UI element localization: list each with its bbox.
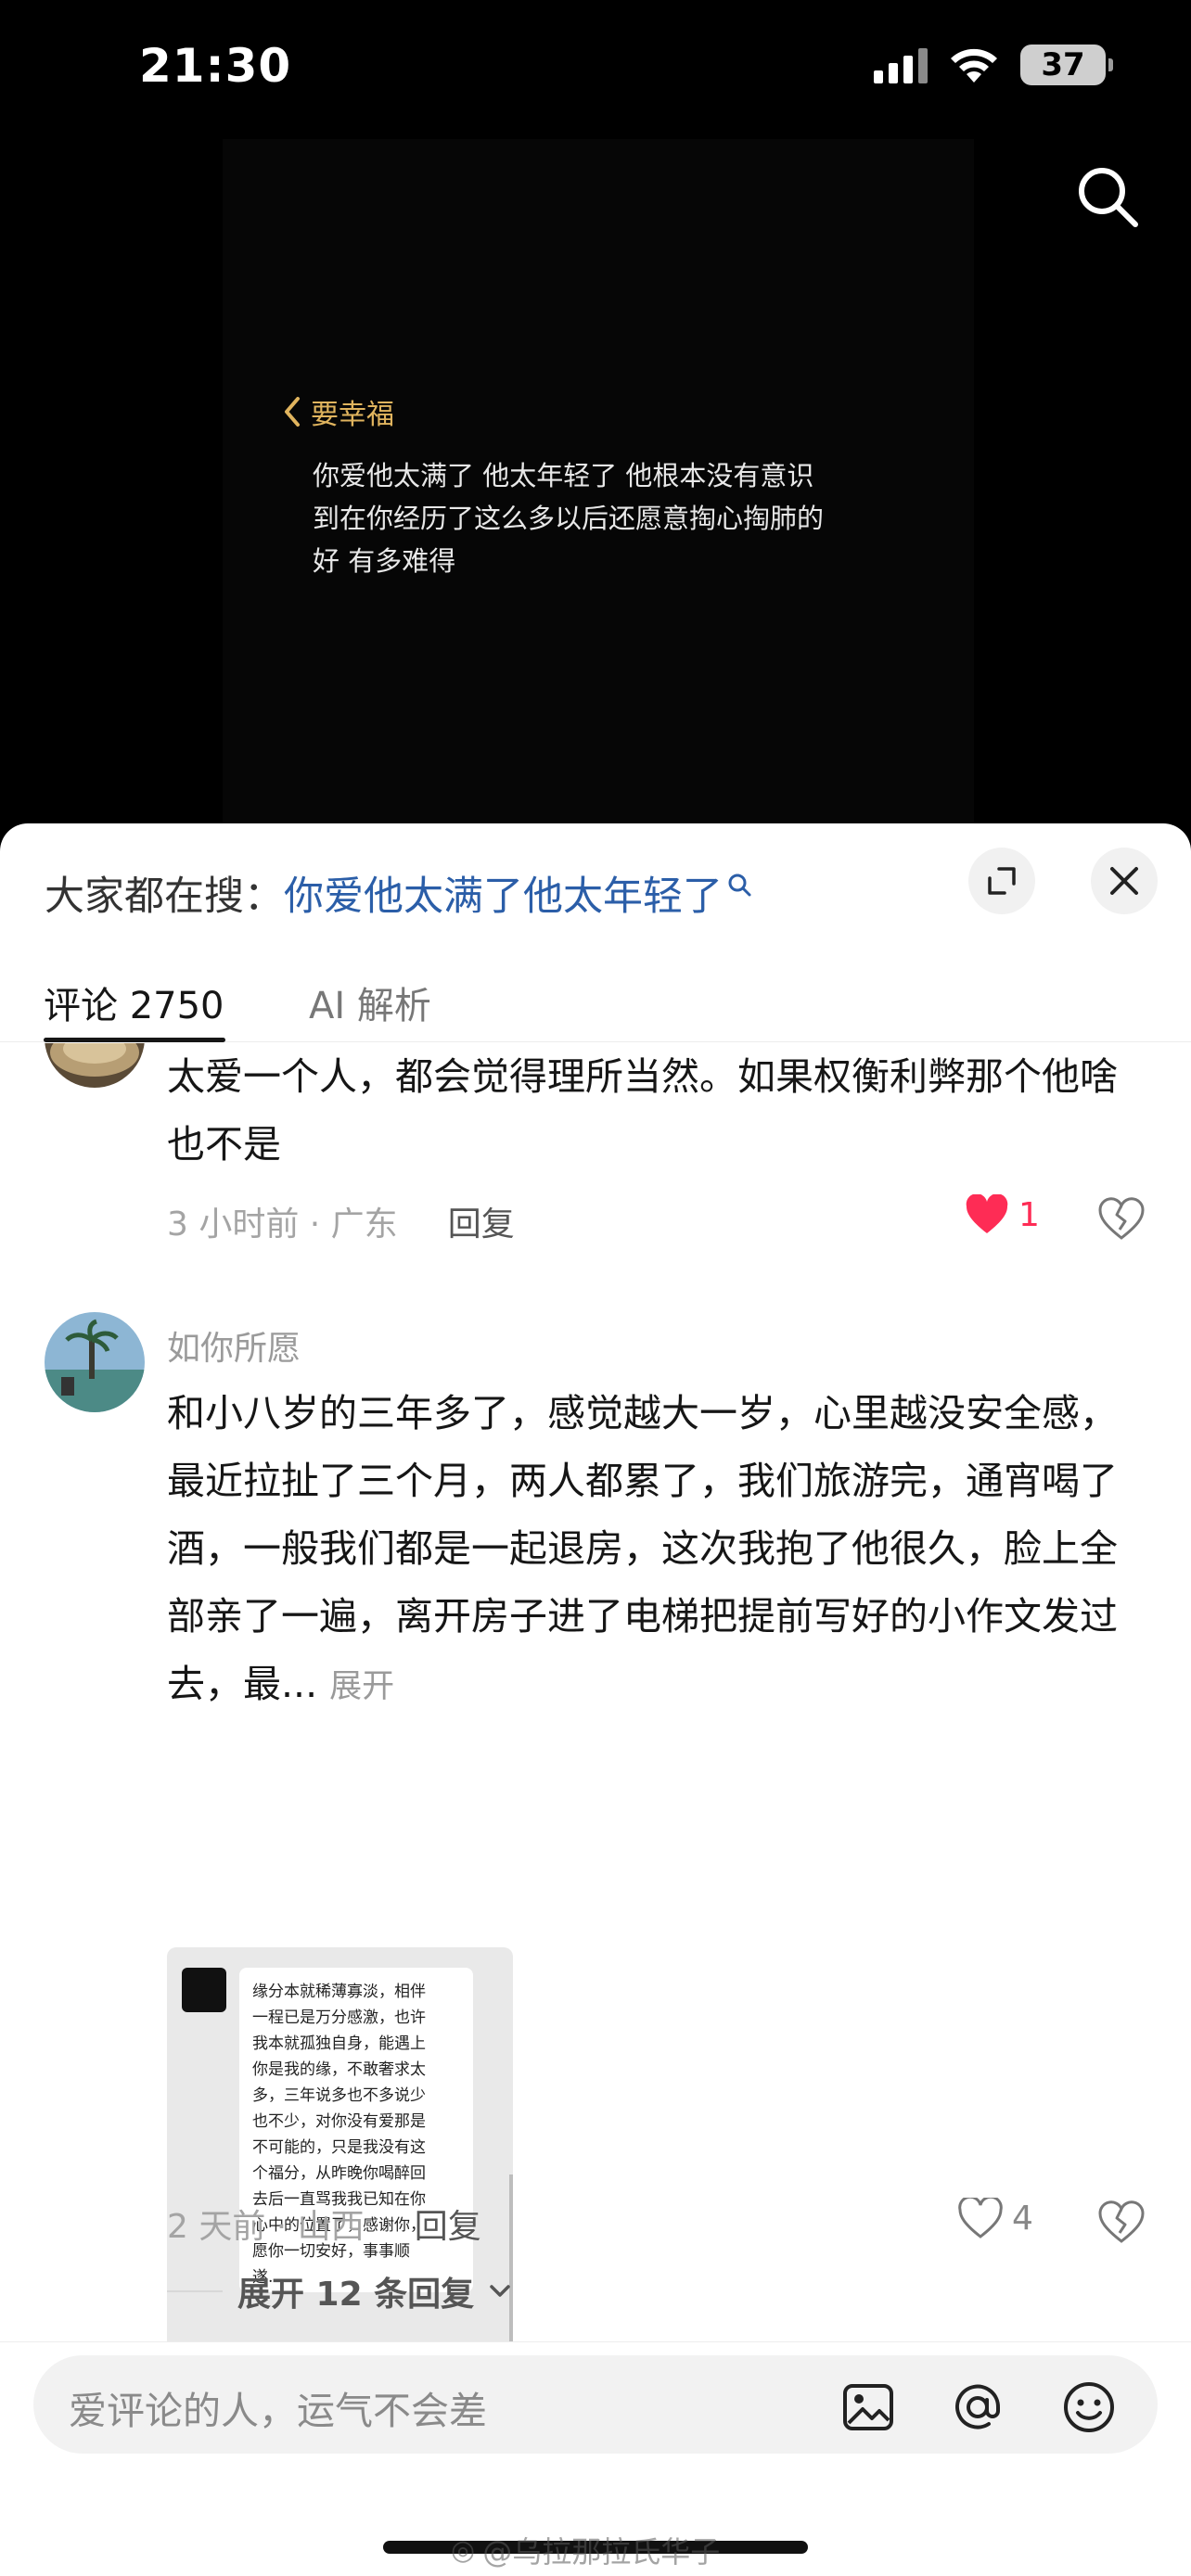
comment-meta: 2 天前 · 山西 回复: [167, 2200, 481, 2248]
heart-filled-icon: [966, 1194, 1008, 1233]
comment-input-placeholder: 爱评论的人，运气不会差: [69, 2389, 487, 2433]
chevron-left-icon: [285, 397, 300, 427]
comment-meta: 3 小时前 · 广东 回复: [167, 1197, 515, 1245]
sheet-tabs: 评论 2750 AI 解析: [0, 963, 1191, 1042]
status-bar: 21:30 37: [0, 0, 1191, 139]
reply-button[interactable]: 回复: [448, 1197, 515, 1245]
comment-author[interactable]: 如你所愿: [167, 1321, 301, 1370]
watermark: ◎ @乌拉那拉氏华子: [451, 2529, 720, 2571]
comment-time-location: 3 小时前 · 广东: [167, 1205, 398, 1243]
comment-text-body: 和小八岁的三年多了，感觉越大一岁，心里越没安全感，最近拉扯了三个月，两人都累了，…: [167, 1391, 1118, 1706]
back-chip[interactable]: 要幸福: [283, 391, 394, 432]
divider-line: [167, 2290, 223, 2292]
comment-text: 和小八岁的三年多了，感觉越大一岁，心里越没安全感，最近拉扯了三个月，两人都累了，…: [167, 1380, 1150, 1721]
avatar[interactable]: [45, 1043, 145, 1088]
reply-button[interactable]: 回复: [415, 2200, 481, 2248]
video-caption: 你爱他太满了 他太年轻了 他根本没有意识 到在你经历了这么多以后还愿意掏心掏肺的…: [313, 460, 825, 577]
chat-avatar-thumbnail: [182, 1968, 226, 2012]
expand-replies-label: 展开 12 条回复: [237, 2276, 475, 2314]
tab-ai-analysis[interactable]: AI 解析: [309, 976, 431, 1029]
like-button[interactable]: 1: [965, 1194, 1040, 1235]
expand-replies-button[interactable]: 展开 12 条回复: [167, 2267, 511, 2315]
search-icon[interactable]: [1070, 159, 1145, 234]
close-button[interactable]: [1091, 848, 1158, 914]
heart-outline-icon: [958, 2198, 1003, 2238]
wifi-icon: [951, 48, 997, 83]
comment-text: 太爱一个人，都会觉得理所当然。如果权衡利弊那个他啥也不是: [167, 1054, 1118, 1167]
broken-heart-icon[interactable]: [1097, 1194, 1146, 1243]
status-icons: 37: [874, 45, 1113, 85]
expand-sheet-button[interactable]: [968, 848, 1035, 914]
like-count: 4: [1012, 2199, 1033, 2238]
battery-icon: 37: [1020, 45, 1113, 85]
watermark-text: @乌拉那拉氏华子: [482, 2534, 721, 2570]
expand-icon: [988, 867, 1016, 895]
comment-list[interactable]: 太爱一个人，都会觉得理所当然。如果权衡利弊那个他啥也不是 3 小时前 · 广东 …: [0, 1043, 1191, 2341]
like-button[interactable]: 4: [958, 2198, 1033, 2238]
tab-active-indicator: [44, 1038, 225, 1042]
mention-icon[interactable]: [950, 2379, 1005, 2435]
avatar[interactable]: [45, 1312, 145, 1412]
emoji-icon[interactable]: [1061, 2379, 1117, 2435]
cellular-signal-icon: [874, 46, 928, 83]
video-area[interactable]: 要幸福 你爱他太满了 他太年轻了 他根本没有意识 到在你经历了这么多以后还愿意掏…: [0, 139, 1191, 825]
chevron-down-icon: [490, 2285, 510, 2297]
expand-text-link[interactable]: 展开: [329, 1668, 394, 1705]
comment-input[interactable]: 爱评论的人，运气不会差: [33, 2355, 1158, 2454]
tab-comments[interactable]: 评论 2750: [44, 976, 224, 1029]
broken-heart-icon[interactable]: [1097, 2198, 1146, 2246]
image-icon[interactable]: [840, 2379, 896, 2435]
close-icon: [1110, 867, 1138, 895]
attachment-scrollbar: [509, 2174, 513, 2341]
search-suggestion-query[interactable]: 你爱他太满了他太年轻了: [284, 864, 723, 922]
back-chip-label: 要幸福: [311, 399, 394, 431]
comment-time-location: 2 天前 · 山西: [167, 2208, 365, 2246]
comment-sheet: 大家都在搜： 你爱他太满了他太年轻了 评论 2750 AI 解析 太爱一个人，都…: [0, 823, 1191, 2576]
search-suggestion-prefix: 大家都在搜：: [45, 874, 284, 920]
status-time: 21:30: [139, 39, 292, 93]
search-suggestion[interactable]: 大家都在搜： 你爱他太满了他太年轻了: [45, 864, 752, 922]
weibo-logo-icon: ◎: [451, 2533, 476, 2567]
like-count: 1: [1018, 1195, 1040, 1234]
search-icon: [728, 874, 751, 897]
